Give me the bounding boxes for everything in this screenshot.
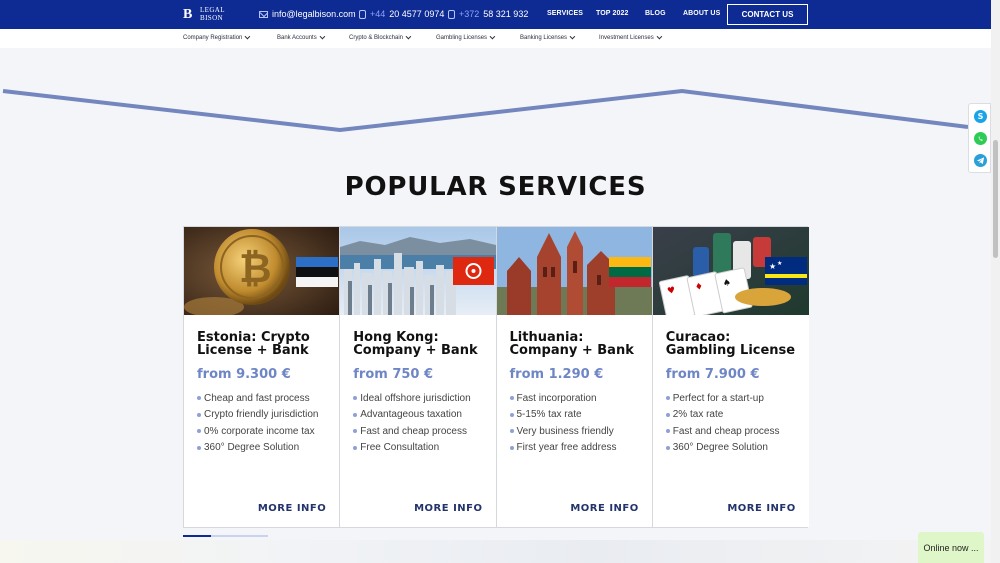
more-info-link[interactable]: MORE INFO [727, 503, 795, 514]
nav-blog[interactable]: BLOG [645, 10, 666, 17]
nav-about-us[interactable]: ABOUT US [683, 10, 720, 17]
phone-prefix: +44 [370, 9, 386, 19]
list-item: Fast and cheap process [353, 423, 470, 440]
phone-link-ee[interactable]: +372 58 321 932 [448, 9, 528, 19]
service-card-estonia[interactable]: ₿ Estonia: Crypto License + Bank from 9.… [184, 227, 341, 527]
list-item: Advantageous taxation [353, 407, 470, 424]
live-chat-widget[interactable]: Online now ... [918, 532, 984, 563]
phone-link-uk[interactable]: +44 20 4577 0974 [359, 9, 444, 19]
hong-kong-skyline-image [340, 227, 496, 315]
page-scrollbar[interactable] [991, 0, 1000, 563]
list-item: Very business friendly [510, 423, 617, 440]
list-item: 360° Degree Solution [197, 440, 319, 457]
svg-text:★: ★ [777, 260, 782, 267]
card-price: from 1.290 € [509, 367, 604, 382]
email-text: info@legalbison.com [272, 9, 356, 19]
chevron-down-icon [405, 33, 412, 40]
telegram-icon[interactable] [974, 154, 987, 167]
email-link[interactable]: info@legalbison.com [259, 9, 356, 19]
feature-list: Fast incorporation 5-15% tax rate Very b… [510, 390, 617, 456]
estonia-crypto-image: ₿ [184, 227, 340, 315]
carousel-progress[interactable] [183, 535, 268, 537]
chevron-down-icon [319, 33, 325, 40]
card-price: from 7.900 € [665, 367, 760, 382]
feature-list: Cheap and fast process Crypto friendly j… [197, 390, 319, 456]
list-item: Free Consultation [353, 440, 470, 457]
chevron-down-icon [489, 33, 496, 40]
list-item: Fast incorporation [510, 390, 617, 407]
scrollbar-thumb[interactable] [993, 140, 998, 258]
list-item: 5-15% tax rate [510, 407, 617, 424]
section-title: POPULAR SERVICES [344, 172, 647, 202]
list-item: Crypto friendly jurisdiction [197, 407, 319, 424]
carousel-progress-fill [183, 535, 212, 537]
phone-icon [359, 9, 366, 19]
decorative-divider-line [2, 88, 969, 133]
subnav-banking-licenses[interactable]: Banking Licenses [520, 33, 576, 41]
sub-navigation: Company Registration Bank Accounts Crypt… [0, 29, 991, 48]
list-item: Ideal offshore jurisdiction [353, 390, 470, 407]
list-item: 2% tax rate [666, 407, 780, 424]
svg-text:★: ★ [769, 262, 776, 271]
curacao-casino-image: ♥ ♦ ♠ ★ ★ [652, 227, 809, 315]
phone-number: 58 321 932 [483, 9, 529, 19]
nav-top-2022[interactable]: TOP 2022 [596, 10, 628, 17]
card-title: Estonia: Crypto License + Bank [197, 330, 310, 358]
list-item: Cheap and fast process [197, 390, 319, 407]
phone-icon [448, 9, 455, 19]
card-title: Curacao: Gambling License [665, 330, 796, 358]
list-item: Fast and cheap process [666, 423, 780, 440]
phone-number: 20 4577 0974 [389, 9, 445, 19]
subnav-company-registration[interactable]: Company Registration [183, 33, 251, 41]
chevron-down-icon [656, 33, 662, 40]
skype-icon[interactable]: S [974, 110, 987, 123]
feature-list: Ideal offshore jurisdiction Advantageous… [353, 390, 470, 456]
chevron-down-icon [569, 33, 576, 40]
feature-list: Perfect for a start-up 2% tax rate Fast … [666, 390, 780, 456]
more-info-link[interactable]: MORE INFO [570, 503, 638, 514]
list-item: 0% corporate income tax [197, 423, 319, 440]
next-section-preview [0, 540, 991, 563]
contact-us-button[interactable]: CONTACT US [727, 4, 808, 25]
subnav-investment-licenses[interactable]: Investment Licenses [599, 33, 662, 41]
list-item: Perfect for a start-up [666, 390, 780, 407]
list-item: First year free address [510, 440, 617, 457]
services-carousel: ₿ Estonia: Crypto License + Bank from 9.… [183, 226, 809, 528]
whatsapp-icon[interactable] [974, 132, 987, 145]
legal-bison-logo[interactable]: B LEGAL BISON [183, 6, 243, 24]
list-item: 360° Degree Solution [666, 440, 780, 457]
nav-services[interactable]: SERVICES [547, 10, 583, 17]
service-card-lithuania[interactable]: Lithuania: Company + Bank from 1.290 € F… [496, 227, 653, 527]
logo-mark: B [183, 7, 193, 22]
card-title: Hong Kong: Company + Bank [353, 330, 478, 358]
subnav-gambling-licenses[interactable]: Gambling Licenses [436, 33, 496, 41]
social-sidebar: S [968, 103, 991, 173]
card-title: Lithuania: Company + Bank [509, 330, 634, 358]
phone-prefix: +372 [459, 9, 480, 19]
top-header: B LEGAL BISON info@legalbison.com +44 20 … [0, 0, 991, 29]
chevron-down-icon [244, 33, 251, 40]
lithuania-church-image [496, 227, 652, 315]
subnav-crypto-blockchain[interactable]: Crypto & Blockchain [349, 33, 412, 41]
more-info-link[interactable]: MORE INFO [414, 503, 482, 514]
envelope-icon [259, 10, 268, 18]
logo-wordmark: LEGAL BISON [200, 6, 225, 22]
service-card-hong-kong[interactable]: Hong Kong: Company + Bank from 750 € Ide… [340, 227, 497, 527]
subnav-bank-accounts[interactable]: Bank Accounts [277, 33, 325, 41]
card-price: from 9.300 € [197, 367, 291, 382]
card-price: from 750 € [353, 367, 434, 382]
more-info-link[interactable]: MORE INFO [258, 503, 326, 514]
service-card-curacao[interactable]: ♥ ♦ ♠ ★ ★ Curacao: Gambling License from… [652, 227, 809, 527]
svg-text:₿: ₿ [239, 246, 272, 292]
